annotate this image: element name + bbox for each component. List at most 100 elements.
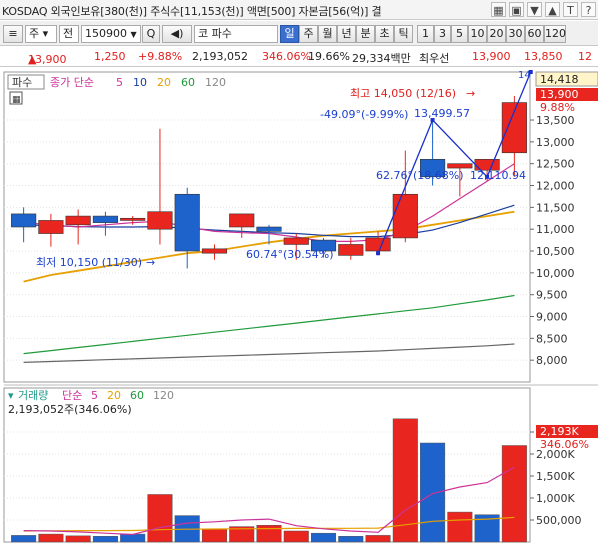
down-icon[interactable]: ▼ [527,2,542,17]
period-button[interactable]: 일 [280,25,299,43]
volume-tag: 2,193K [540,425,579,438]
window-title: KOSDAQ 외국인보유[380(천)] 주식수[11,153(천)] 액면[5… [2,5,382,18]
price-tick-label: 13,500 [536,114,575,127]
price-legend-period: 120 [205,76,226,89]
stock-chart[interactable]: 8,000 8,500 9,000 9,500 10,000 10,500 11,000 11… [0,68,598,544]
current-price-tag: 14,418 [540,73,579,86]
close-price-tag: 13,900 [540,88,579,101]
volume-bar [92,536,118,543]
price-tick-label: 11,000 [536,223,575,236]
help-icon[interactable]: ? [581,2,596,17]
volume-bar [120,533,146,543]
price-tick-label: 8,500 [536,332,568,345]
price-change: 1,250 [94,50,126,63]
period-button[interactable]: 초 [375,25,394,43]
candle-body [120,217,146,221]
interval-button[interactable]: 30 [506,25,525,43]
fib1-annotation: -49.09°(-9.99%) [320,108,408,121]
price-tick-label: 8,000 [536,354,568,367]
volume-value: 2,193,052 [192,50,248,63]
candle-body [174,193,200,252]
period-button[interactable]: 월 [318,25,337,43]
up-icon[interactable]: ▲ [545,2,560,17]
price-tick-label: 9,500 [536,289,568,302]
best-quote-label: 최우선 [419,52,450,65]
low-arrow-icon: → [146,256,155,269]
price-legend-period: 20 [157,76,171,89]
code-input[interactable]: 150900 ▼ [81,25,141,43]
volume-legend-period: 60 [130,389,144,402]
candle-body [38,220,64,234]
interval-button[interactable]: 3 [434,25,451,43]
interval-button[interactable]: 60 [525,25,544,43]
candle-body [11,213,37,228]
volume-legend-label: 거래량 [18,389,48,402]
period-button[interactable]: 분 [356,25,375,43]
price-tick-label: 12,000 [536,180,575,193]
market-select[interactable]: 주 ▾ [25,25,57,43]
price-tick-label: 13,000 [536,136,575,149]
bid-price: 13,850 [524,50,563,63]
search-icon[interactable]: Q [142,25,160,43]
period-button[interactable]: 주 [299,25,318,43]
period-select[interactable]: 전 [59,25,79,43]
volume-bar [420,442,446,543]
window-titlebar: KOSDAQ 외국인보유[380(천)] 주식수[11,153(천)] 액면[5… [0,0,598,20]
fib2-value: 12,110.94 [470,169,526,182]
candle-body [338,244,364,256]
stock-name-tag-label: 파수 [12,76,32,89]
chart-area[interactable]: 8,000 8,500 9,000 9,500 10,000 10,500 11,000 11… [0,68,598,544]
volume-bar [256,525,282,543]
volume-bar [201,528,227,543]
ask-price: 13,900 [472,50,511,63]
candle-body [92,215,118,223]
interval-button[interactable]: 10 [468,25,487,43]
candle-body [447,163,473,169]
candle-body [365,237,391,252]
speaker-icon[interactable]: ◀) [162,25,192,43]
period-button[interactable]: 틱 [394,25,413,43]
candle-body [147,211,173,230]
snapshot-icon[interactable]: ▣ [509,2,524,17]
volume-bar [447,511,473,543]
high-arrow-icon: → [466,87,475,100]
price-legend-label: 종가 단순 [50,76,94,89]
fib2-annotation: 62.76°(18.68%) [376,169,464,182]
trade-amount: 29,334백만 [352,52,411,65]
stock-name-field[interactable]: 코 파수 [194,25,278,43]
interval-button[interactable]: 5 [451,25,468,43]
change-rate: +9.88% [138,50,183,63]
price-tick-label: 11,500 [536,201,575,214]
price-legend-period: 5 [116,76,123,89]
menu-button[interactable]: ≡ [3,25,23,43]
price-legend-period: 10 [133,76,147,89]
volume-tick-label: 500,000 [536,514,582,527]
price-tick-label: 12,500 [536,158,575,171]
grid-icon[interactable]: ▦ [491,2,506,17]
trend-node [376,251,381,256]
candle-body [65,215,91,226]
fib1-value: 13,499.57 [414,107,470,120]
candle-body [201,248,228,254]
candle-body [256,226,282,232]
interval-button[interactable]: 120 [544,25,566,43]
candle-body [283,237,309,245]
close-rate-tag: 9.88% [540,101,575,114]
turnover-rate: 19.66% [308,50,350,63]
candle-body [392,193,418,239]
interval-button[interactable]: 20 [487,25,506,43]
titlebar-icons: ▦ ▣ ▼ ▲ T? [491,2,596,17]
low-annotation: 최저 10,150 (11/30) [36,256,142,269]
volume-ratio: 346.06% [262,50,311,63]
price-tick-label: 10,500 [536,245,575,258]
text-icon[interactable]: T [563,2,578,17]
period-button[interactable]: 년 [337,25,356,43]
more-value: 12 [578,50,592,63]
interval-button[interactable]: 1 [417,25,434,43]
volume-bar [311,532,337,543]
corner-value: 14 [518,70,531,81]
volume-bar [11,535,37,543]
volume-bar [38,533,64,543]
up-arrow-icon: ▲ [28,53,37,66]
volume-legend-icon: ▾ [8,389,14,402]
